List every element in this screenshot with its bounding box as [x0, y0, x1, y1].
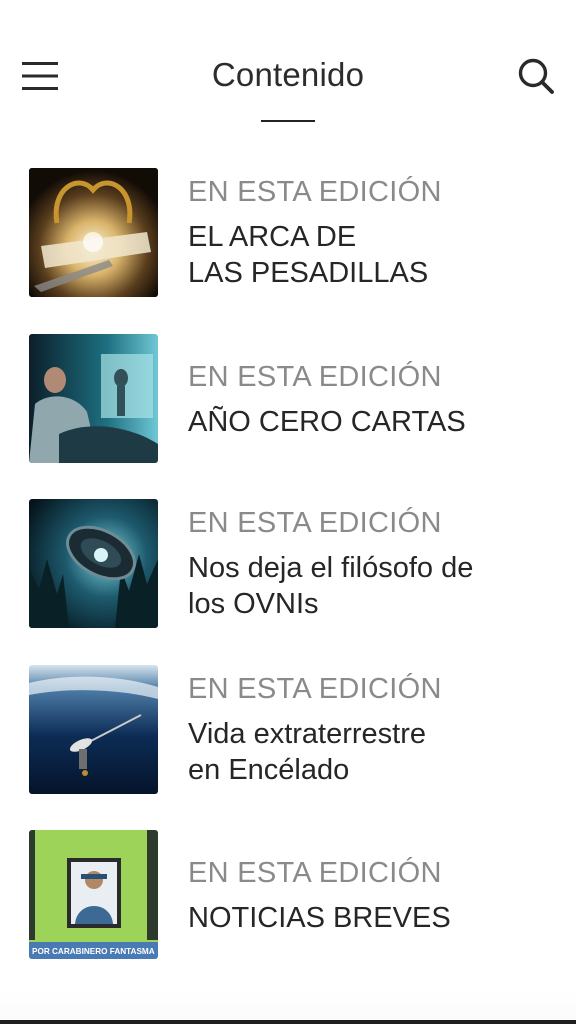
article-kicker: EN ESTA EDICIÓN	[188, 673, 442, 705]
article-item-ark[interactable]: EN ESTA EDICIÓN EL ARCA DE LAS PESADILLA…	[0, 168, 576, 298]
article-item-noticias[interactable]: POR CARABINERO FANTASMA EN ESTA EDICIÓN …	[0, 830, 576, 960]
top-header: Contenido	[0, 0, 576, 140]
article-headline: Nos deja el filósofo de los OVNIs	[188, 552, 474, 620]
title-underline	[261, 120, 315, 122]
bottom-bar	[0, 1020, 576, 1024]
contents-screen: Contenido EN ESTA EDICIÓN EL ARCA DE LAS…	[0, 0, 576, 1024]
article-kicker: EN ESTA EDICIÓN	[188, 507, 442, 539]
article-kicker: EN ESTA EDICIÓN	[188, 361, 442, 393]
article-item-cartas[interactable]: EN ESTA EDICIÓN AÑO CERO CARTAS	[0, 334, 576, 464]
carabinero-portrait-thumbnail: POR CARABINERO FANTASMA	[29, 830, 158, 959]
thumb-caption: POR CARABINERO FANTASMA	[32, 947, 155, 956]
ark-artwork-thumbnail	[29, 168, 158, 297]
page-title: Contenido	[211, 56, 365, 93]
search-icon[interactable]	[510, 52, 562, 100]
article-item-encelado[interactable]: EN ESTA EDICIÓN Vida extraterrestre en E…	[0, 665, 576, 795]
ufo-forest-thumbnail	[29, 499, 158, 628]
article-headline: AÑO CERO CARTAS	[188, 406, 466, 438]
article-headline: EL ARCA DE LAS PESADILLAS	[188, 221, 429, 289]
article-headline: NOTICIAS BREVES	[188, 902, 451, 934]
article-kicker: EN ESTA EDICIÓN	[188, 857, 442, 889]
article-headline: Vida extraterrestre en Encélado	[188, 718, 427, 786]
cassini-probe-thumbnail	[29, 665, 158, 794]
article-kicker: EN ESTA EDICIÓN	[188, 176, 442, 208]
article-item-ovnis[interactable]: EN ESTA EDICIÓN Nos deja el filósofo de …	[0, 499, 576, 629]
alien-visitor-thumbnail	[29, 334, 158, 463]
bottom-fade	[0, 990, 576, 1024]
